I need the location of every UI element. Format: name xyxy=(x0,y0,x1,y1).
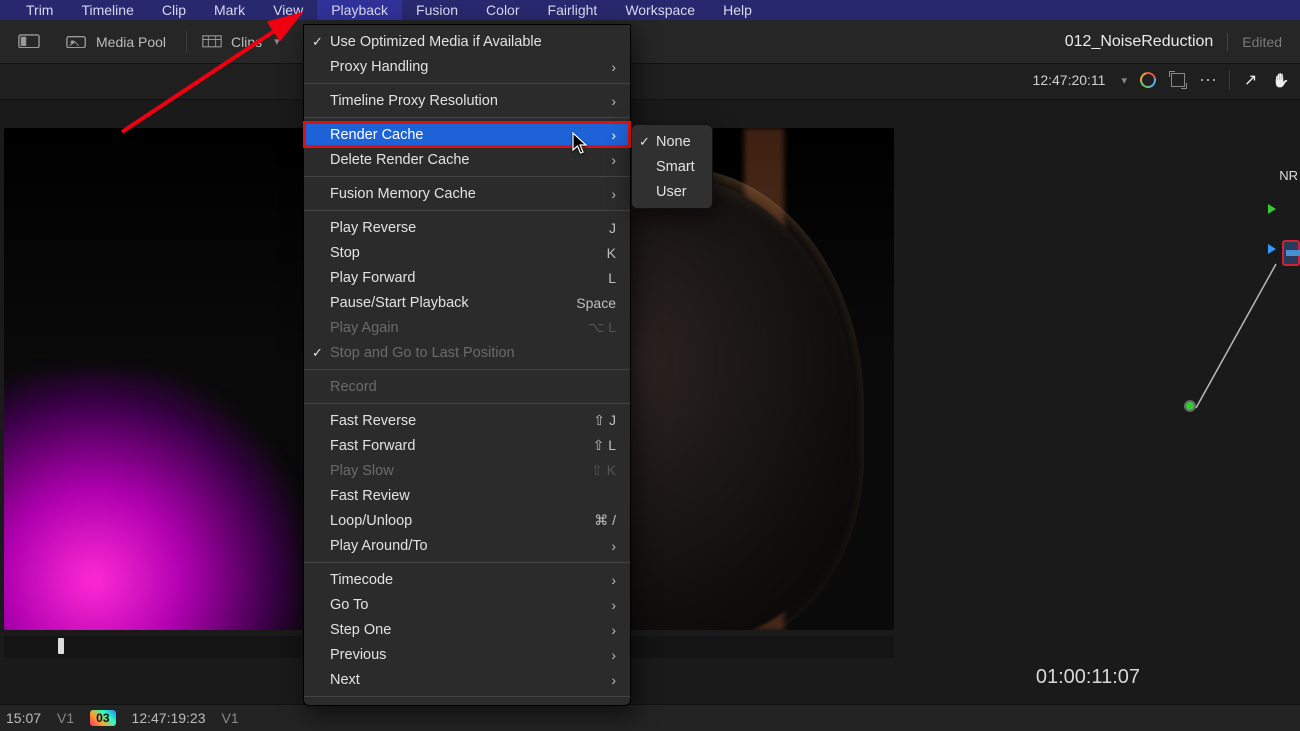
menu-separator xyxy=(304,562,630,563)
menu-workspace[interactable]: Workspace xyxy=(611,0,709,20)
chevron-right-icon: › xyxy=(611,93,616,109)
mi-timecode[interactable]: Timecode› xyxy=(304,567,630,592)
toolbar-separator xyxy=(186,31,187,53)
menu-timeline[interactable]: Timeline xyxy=(67,0,147,20)
clips-label: Clips xyxy=(231,34,262,50)
menu-separator xyxy=(304,117,630,118)
mi-fast-forward[interactable]: Fast Forward⇧ L xyxy=(304,433,630,458)
mi-play-forward[interactable]: Play ForwardL xyxy=(304,265,630,290)
expand-icon[interactable] xyxy=(1169,71,1187,89)
track-label-v1b: V1 xyxy=(222,710,239,726)
mi-stop[interactable]: StopK xyxy=(304,240,630,265)
chevron-right-icon: › xyxy=(611,186,616,202)
mi-timeline-proxy[interactable]: Timeline Proxy Resolution› xyxy=(304,88,630,113)
chevron-right-icon: › xyxy=(611,127,616,143)
menu-playback[interactable]: Playback xyxy=(317,0,402,20)
chevron-right-icon: › xyxy=(611,647,616,663)
menu-separator xyxy=(304,83,630,84)
bottom-tc-mid: 12:47:19:23 xyxy=(132,710,206,726)
mi-play-again: Play Again⌥ L xyxy=(304,315,630,340)
node-label: NR xyxy=(1279,168,1298,183)
chevron-right-icon: › xyxy=(611,572,616,588)
menubar: Trim Timeline Clip Mark View Playback Fu… xyxy=(0,0,1300,20)
menu-separator xyxy=(304,696,630,697)
render-cache-submenu: None Smart User xyxy=(631,124,713,209)
bottom-tc-left: 15:07 xyxy=(6,710,41,726)
viewer-timecode[interactable]: 12:47:20:11 xyxy=(1033,72,1106,88)
mi-render-cache[interactable]: Render Cache› xyxy=(304,122,630,147)
playhead[interactable] xyxy=(58,638,64,654)
mi-next[interactable]: Next› xyxy=(304,667,630,692)
chevron-right-icon: › xyxy=(611,538,616,554)
timecode-chevron-icon[interactable]: ▾ xyxy=(1121,74,1127,87)
mi-play-around[interactable]: Play Around/To› xyxy=(304,533,630,558)
mi-fusion-memory-cache[interactable]: Fusion Memory Cache› xyxy=(304,181,630,206)
more-options-icon[interactable] xyxy=(1199,71,1217,89)
panel-icon xyxy=(18,34,40,50)
mi-stop-go-last[interactable]: Stop and Go to Last Position xyxy=(304,340,630,365)
mi-proxy-handling[interactable]: Proxy Handling› xyxy=(304,54,630,79)
mi-delete-render-cache[interactable]: Delete Render Cache› xyxy=(304,147,630,172)
mi-fast-review[interactable]: Fast Review xyxy=(304,483,630,508)
chevron-down-icon: ▾ xyxy=(274,35,280,48)
menu-separator xyxy=(304,176,630,177)
clips-dropdown[interactable]: Clips ▾ xyxy=(191,30,290,54)
menu-separator xyxy=(304,403,630,404)
pointer-tool-icon[interactable] xyxy=(1242,71,1260,89)
mi-play-reverse[interactable]: Play ReverseJ xyxy=(304,215,630,240)
chevron-right-icon: › xyxy=(611,597,616,613)
menu-fairlight[interactable]: Fairlight xyxy=(534,0,612,20)
node-input-marker-icon xyxy=(1268,204,1276,214)
media-pool-icon xyxy=(66,34,88,50)
chevron-right-icon: › xyxy=(611,672,616,688)
menu-clip[interactable]: Clip xyxy=(148,0,200,20)
menu-separator xyxy=(304,369,630,370)
media-pool-button[interactable]: Media Pool xyxy=(56,30,176,54)
chevron-right-icon: › xyxy=(611,59,616,75)
mi-use-optimized[interactable]: Use Optimized Media if Available xyxy=(304,29,630,54)
node-link xyxy=(1190,260,1282,410)
mi-previous[interactable]: Previous› xyxy=(304,642,630,667)
project-subtitle: Edited xyxy=(1242,34,1282,50)
submenu-smart[interactable]: Smart xyxy=(632,154,712,179)
project-title: 012_NoiseReduction xyxy=(1065,33,1214,51)
clips-icon xyxy=(201,34,223,50)
mi-pause-start[interactable]: Pause/Start PlaybackSpace xyxy=(304,290,630,315)
track-label-v1a: V1 xyxy=(57,710,74,726)
chevron-right-icon: › xyxy=(611,622,616,638)
submenu-none[interactable]: None xyxy=(632,129,712,154)
title-area: 012_NoiseReduction Edited xyxy=(1065,20,1300,64)
sep xyxy=(1229,70,1230,90)
chevron-right-icon: › xyxy=(611,152,616,168)
node-graph[interactable]: NR xyxy=(1170,100,1300,691)
bottom-bar: 15:07 V1 03 12:47:19:23 V1 xyxy=(0,704,1300,731)
mi-loop-unloop[interactable]: Loop/Unloop⌘ / xyxy=(304,508,630,533)
mi-step-one[interactable]: Step One› xyxy=(304,617,630,642)
menu-mark[interactable]: Mark xyxy=(200,0,259,20)
menu-help[interactable]: Help xyxy=(709,0,766,20)
clip-thumb-number[interactable]: 03 xyxy=(90,710,115,726)
secondary-bar: 12:47:20:11 ▾ xyxy=(0,64,1300,100)
submenu-user[interactable]: User xyxy=(632,179,712,204)
hand-tool-icon[interactable] xyxy=(1272,71,1290,89)
node-strip xyxy=(1286,250,1300,256)
media-pool-label: Media Pool xyxy=(96,34,166,50)
menu-separator xyxy=(304,210,630,211)
menu-view[interactable]: View xyxy=(259,0,317,20)
record-timecode: 01:00:11:07 xyxy=(1036,666,1140,689)
mi-play-slow: Play Slow⇧ K xyxy=(304,458,630,483)
menu-fusion[interactable]: Fusion xyxy=(402,0,472,20)
title-separator xyxy=(1227,33,1228,51)
mi-record: Record xyxy=(304,374,630,399)
menu-color[interactable]: Color xyxy=(472,0,533,20)
node-input-marker2-icon xyxy=(1268,244,1276,254)
bypass-color-icon[interactable] xyxy=(1139,71,1157,89)
mi-fast-reverse[interactable]: Fast Reverse⇧ J xyxy=(304,408,630,433)
playback-menu: Use Optimized Media if Available Proxy H… xyxy=(303,24,631,706)
menu-trim[interactable]: Trim xyxy=(12,0,67,20)
toolbar-unknown-button[interactable] xyxy=(8,30,50,54)
mi-go-to[interactable]: Go To› xyxy=(304,592,630,617)
